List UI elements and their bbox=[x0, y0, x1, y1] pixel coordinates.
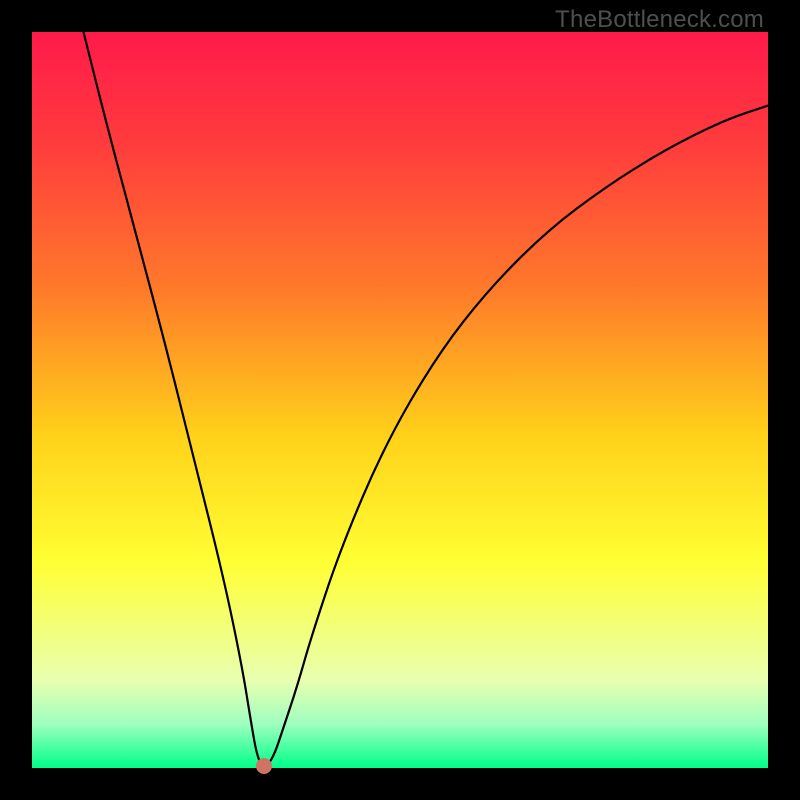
optimum-marker bbox=[256, 758, 272, 774]
watermark-text: TheBottleneck.com bbox=[555, 6, 764, 34]
plot-area bbox=[32, 32, 768, 768]
chart-frame: TheBottleneck.com bbox=[0, 0, 800, 800]
bottleneck-curve bbox=[84, 32, 768, 766]
curve-layer bbox=[32, 32, 768, 768]
